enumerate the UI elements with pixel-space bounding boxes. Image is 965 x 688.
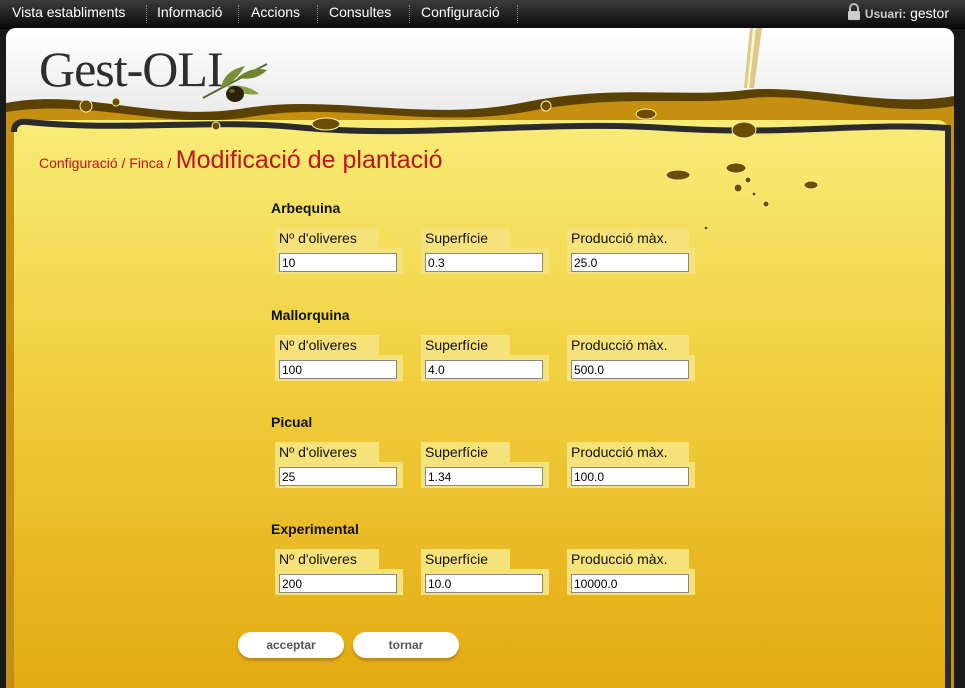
- field-production: Producció màx.: [567, 549, 695, 601]
- production-input[interactable]: [571, 253, 689, 272]
- field-olives: Nº d'oliveres: [275, 335, 403, 387]
- field-production: Producció màx.: [567, 335, 695, 387]
- field-olives: Nº d'oliveres: [275, 442, 403, 494]
- field-label: Nº d'oliveres: [275, 335, 379, 355]
- surface-input[interactable]: [425, 574, 543, 593]
- field-label: Nº d'oliveres: [275, 442, 379, 462]
- menu-separator: [409, 5, 410, 23]
- variety-name: Arbequina: [271, 200, 341, 216]
- field-label: Superfície: [421, 335, 511, 355]
- menu-separator: [317, 5, 318, 23]
- field-label: Superfície: [421, 442, 511, 462]
- field-label: Superfície: [421, 228, 511, 248]
- menu-item-vista-establiments[interactable]: Vista establiments: [12, 4, 125, 20]
- menu-item-consultes[interactable]: Consultes: [329, 4, 391, 20]
- lock-icon: [847, 3, 860, 20]
- field-label: Producció màx.: [567, 335, 690, 355]
- top-menu-bar: Vista establiments Informació Accions Co…: [0, 0, 965, 29]
- field-olives: Nº d'oliveres: [275, 228, 403, 280]
- field-surface: Superfície: [421, 228, 549, 280]
- user-name: gestor: [910, 5, 949, 21]
- user-label: Usuari:: [864, 7, 907, 21]
- field-label: Producció màx.: [567, 228, 690, 248]
- surface-input[interactable]: [425, 467, 543, 486]
- menu-item-informacio[interactable]: Informació: [157, 4, 222, 20]
- logo-text: Gest-OLI: [39, 41, 224, 97]
- production-input[interactable]: [571, 467, 689, 486]
- field-label: Producció màx.: [567, 549, 690, 569]
- page-title: Modificació de plantació: [175, 146, 443, 174]
- field-surface: Superfície: [421, 549, 549, 601]
- olives-input[interactable]: [279, 253, 397, 272]
- surface-input[interactable]: [425, 360, 543, 379]
- menu-item-accions[interactable]: Accions: [251, 4, 300, 20]
- olives-input[interactable]: [279, 574, 397, 593]
- menu-separator: [517, 5, 518, 23]
- accept-button[interactable]: acceptar: [238, 632, 344, 658]
- variety-name: Mallorquina: [271, 307, 350, 323]
- menu-item-configuracio[interactable]: Configuració: [421, 4, 500, 20]
- field-surface: Superfície: [421, 442, 549, 494]
- olive-branch-icon: [202, 63, 268, 102]
- field-label: Producció màx.: [567, 442, 690, 462]
- production-input[interactable]: [571, 360, 689, 379]
- field-label: Nº d'oliveres: [275, 228, 379, 248]
- menu-separator: [146, 5, 147, 23]
- field-olives: Nº d'oliveres: [275, 549, 403, 601]
- breadcrumb-path[interactable]: Configuració / Finca /: [39, 155, 171, 171]
- field-production: Producció màx.: [567, 442, 695, 494]
- field-surface: Superfície: [421, 335, 549, 387]
- user-info: Usuari: gestor: [847, 3, 949, 21]
- production-input[interactable]: [571, 574, 689, 593]
- variety-name: Experimental: [271, 521, 359, 537]
- field-production: Producció màx.: [567, 228, 695, 280]
- back-button[interactable]: tornar: [353, 632, 459, 658]
- field-label: Superfície: [421, 549, 511, 569]
- variety-name: Picual: [271, 414, 313, 430]
- olives-input[interactable]: [279, 467, 397, 486]
- field-label: Nº d'oliveres: [275, 549, 379, 569]
- menu-separator: [238, 5, 239, 23]
- olives-input[interactable]: [279, 360, 397, 379]
- breadcrumb: Configuració / Finca / Modificació de pl…: [39, 146, 443, 175]
- surface-input[interactable]: [425, 253, 543, 272]
